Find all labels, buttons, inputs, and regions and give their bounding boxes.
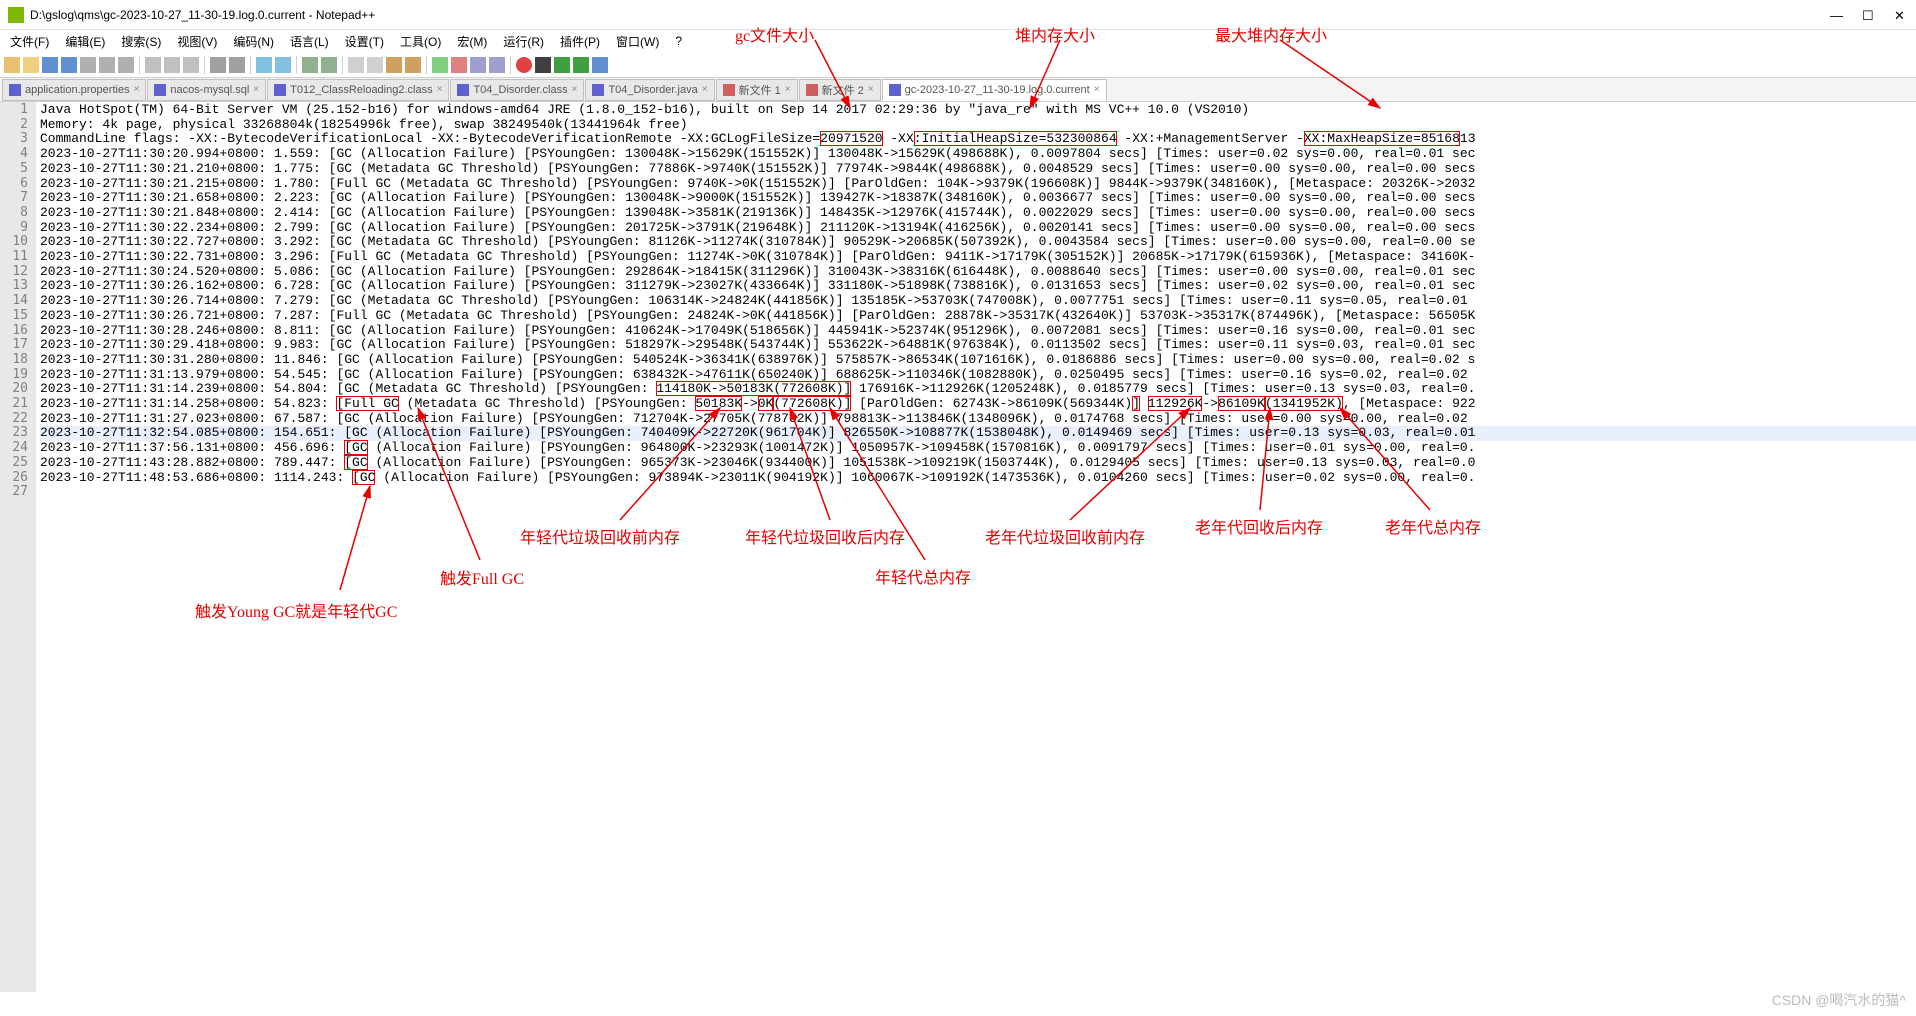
record-icon[interactable] <box>516 57 532 73</box>
title-bar: D:\gslog\qms\gc-2023-10-27_11-30-19.log.… <box>0 0 1916 30</box>
open-icon[interactable] <box>23 57 39 73</box>
tab-new1[interactable]: 新文件 1× <box>716 79 798 101</box>
menu-tools[interactable]: 工具(O) <box>394 31 447 52</box>
close-icon[interactable] <box>80 57 96 73</box>
watermark: CSDN @喝汽水的猫^ <box>1772 990 1906 1010</box>
find-icon[interactable] <box>256 57 272 73</box>
menu-run[interactable]: 运行(R) <box>497 31 550 52</box>
menu-view[interactable]: 视图(V) <box>171 31 223 52</box>
print-icon[interactable] <box>118 57 134 73</box>
toolbar <box>0 52 1916 78</box>
menu-macro[interactable]: 宏(M) <box>451 31 493 52</box>
code-content[interactable]: Java HotSpot(TM) 64-Bit Server VM (25.15… <box>36 102 1916 992</box>
play-icon[interactable] <box>554 57 570 73</box>
menu-encoding[interactable]: 编码(N) <box>227 31 280 52</box>
cut-icon[interactable] <box>145 57 161 73</box>
indent-icon[interactable] <box>405 57 421 73</box>
menu-edit[interactable]: 编辑(E) <box>59 31 111 52</box>
fold-icon[interactable] <box>432 57 448 73</box>
menu-bar: 文件(F) 编辑(E) 搜索(S) 视图(V) 编码(N) 语言(L) 设置(T… <box>0 30 1916 52</box>
allchars-icon[interactable] <box>386 57 402 73</box>
sync-icon[interactable] <box>348 57 364 73</box>
tab-t04-class[interactable]: T04_Disorder.class× <box>450 79 584 101</box>
docmap-icon[interactable] <box>489 57 505 73</box>
stop-icon[interactable] <box>535 57 551 73</box>
funclist-icon[interactable] <box>470 57 486 73</box>
tab-nacos-mysql[interactable]: nacos-mysql.sql× <box>147 79 266 101</box>
menu-plugins[interactable]: 插件(P) <box>554 31 606 52</box>
app-icon <box>8 7 24 23</box>
menu-settings[interactable]: 设置(T) <box>339 31 390 52</box>
tab-gc-log[interactable]: gc-2023-10-27_11-30-19.log.0.current× <box>882 79 1107 101</box>
editor-area: 1234567891011121314151617181920212223242… <box>0 102 1916 992</box>
close-button[interactable]: ✕ <box>1894 8 1908 22</box>
tab-t012[interactable]: T012_ClassReloading2.class× <box>267 79 449 101</box>
menu-language[interactable]: 语言(L) <box>284 31 335 52</box>
new-icon[interactable] <box>4 57 20 73</box>
zoomin-icon[interactable] <box>302 57 318 73</box>
tab-new2[interactable]: 新文件 2× <box>799 79 881 101</box>
window-title: D:\gslog\qms\gc-2023-10-27_11-30-19.log.… <box>30 8 1830 22</box>
menu-window[interactable]: 窗口(W) <box>610 31 665 52</box>
tab-t04-java[interactable]: T04_Disorder.java× <box>585 79 714 101</box>
menu-help[interactable]: ? <box>669 32 688 50</box>
unfold-icon[interactable] <box>451 57 467 73</box>
tab-bar: application.properties× nacos-mysql.sql×… <box>0 78 1916 102</box>
replace-icon[interactable] <box>275 57 291 73</box>
saveall-icon[interactable] <box>61 57 77 73</box>
maximize-button[interactable]: ☐ <box>1862 8 1876 22</box>
line-gutter: 1234567891011121314151617181920212223242… <box>0 102 36 992</box>
paste-icon[interactable] <box>183 57 199 73</box>
redo-icon[interactable] <box>229 57 245 73</box>
menu-search[interactable]: 搜索(S) <box>115 31 167 52</box>
playmulti-icon[interactable] <box>573 57 589 73</box>
minimize-button[interactable]: — <box>1830 8 1844 22</box>
copy-icon[interactable] <box>164 57 180 73</box>
zoomout-icon[interactable] <box>321 57 337 73</box>
save-icon[interactable] <box>42 57 58 73</box>
tab-application-properties[interactable]: application.properties× <box>2 79 146 101</box>
undo-icon[interactable] <box>210 57 226 73</box>
menu-file[interactable]: 文件(F) <box>4 31 55 52</box>
wrap-icon[interactable] <box>367 57 383 73</box>
closeall-icon[interactable] <box>99 57 115 73</box>
savemacro-icon[interactable] <box>592 57 608 73</box>
